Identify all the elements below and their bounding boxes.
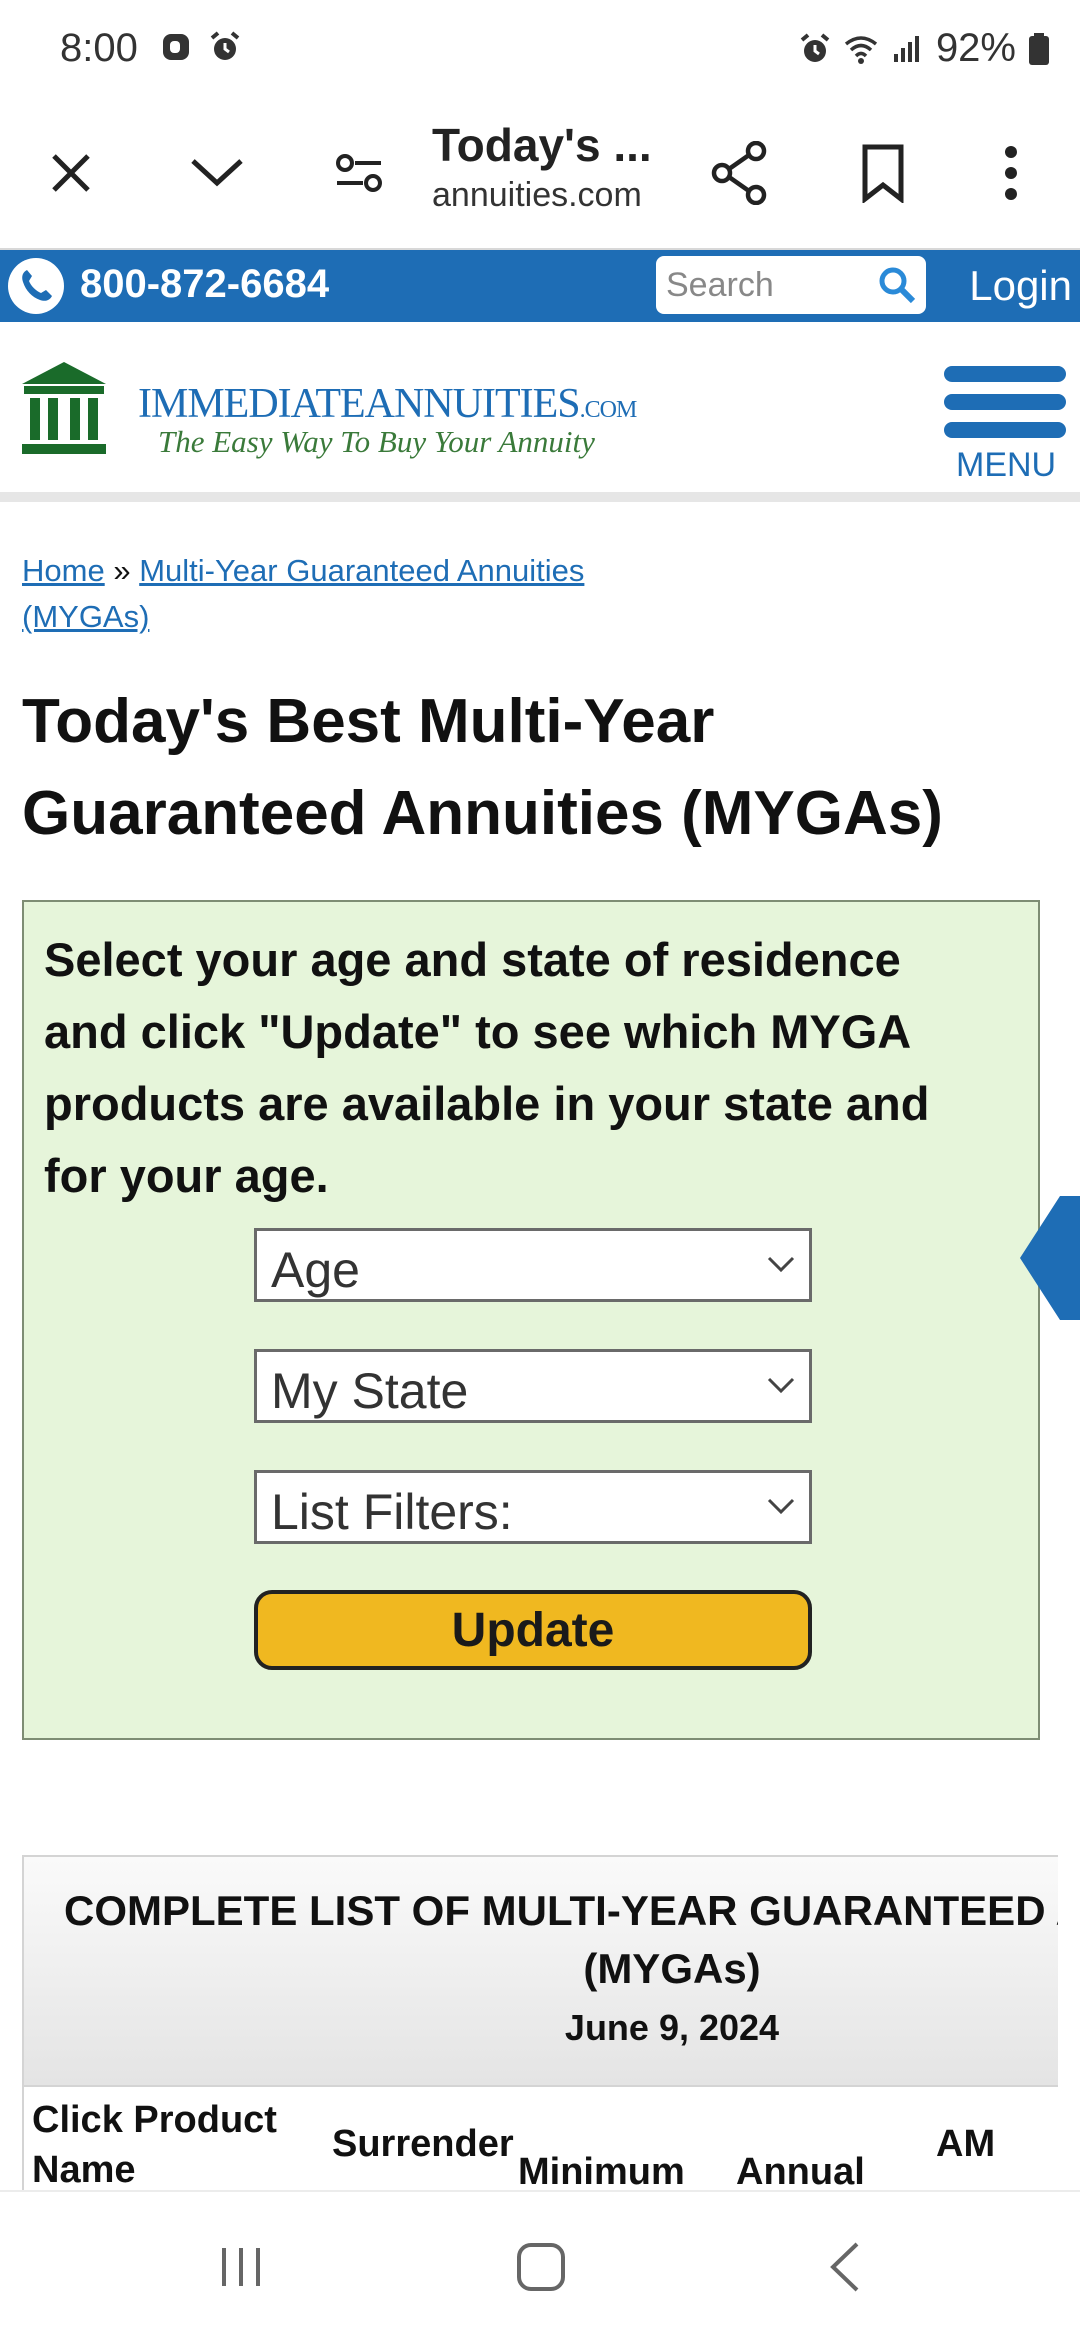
form-instructions-line: Select your age and state of residence bbox=[44, 933, 901, 986]
site-search bbox=[656, 256, 926, 314]
wifi-icon bbox=[844, 35, 878, 64]
table-title: COMPLETE LIST OF MULTI-YEAR GUARANTEED A bbox=[64, 1887, 1058, 1934]
column-header-product-line2: Name bbox=[32, 2149, 136, 2191]
minimize-button[interactable] bbox=[172, 128, 262, 218]
chevron-down-icon bbox=[767, 1256, 795, 1273]
system-nav-bar bbox=[0, 2190, 1080, 2340]
share-icon bbox=[711, 141, 767, 205]
state-select-value: My State bbox=[271, 1363, 469, 1419]
table-date: June 9, 2024 bbox=[564, 2007, 780, 2048]
table-caption: COMPLETE LIST OF MULTI-YEAR GUARANTEED A… bbox=[24, 1857, 1058, 2087]
list-filters-select[interactable]: List Filters: bbox=[254, 1470, 812, 1544]
search-input[interactable] bbox=[666, 262, 866, 308]
page-title: Today's Best Multi-Year Guaranteed Annui… bbox=[22, 676, 1022, 860]
home-icon bbox=[517, 2243, 565, 2291]
breadcrumb-separator: » bbox=[113, 553, 131, 588]
signal-icon bbox=[893, 35, 919, 62]
site-header: IMMEDIATEANNUITIES.COM The Easy Way To B… bbox=[0, 322, 1080, 502]
column-header-annual[interactable]: Annual bbox=[736, 2147, 865, 2193]
share-button[interactable] bbox=[695, 128, 785, 218]
logo-com: .COM bbox=[579, 397, 638, 423]
tab-domain: annuities.com bbox=[432, 176, 642, 214]
phone-handset-icon bbox=[22, 270, 52, 301]
close-icon bbox=[52, 154, 90, 192]
logo-name: IMMEDIATEANNUITIES bbox=[138, 381, 581, 427]
breadcrumb-home-link[interactable]: Home bbox=[22, 553, 105, 588]
mygas-table: COMPLETE LIST OF MULTI-YEAR GUARANTEED A… bbox=[22, 1855, 1058, 2195]
bookmark-button[interactable] bbox=[838, 128, 928, 218]
tab-title: Today's ... bbox=[432, 119, 652, 171]
state-select[interactable]: My State bbox=[254, 1349, 812, 1423]
age-select[interactable]: Age bbox=[254, 1228, 812, 1302]
menu-bar-icon bbox=[944, 366, 1066, 382]
site-top-bar: 800-872-6684 Login bbox=[0, 250, 1080, 322]
menu-label: MENU bbox=[956, 446, 1057, 484]
site-settings-button[interactable] bbox=[314, 128, 404, 218]
column-header-surrender[interactable]: Surrender bbox=[332, 2119, 514, 2169]
breadcrumb: Home » Multi-Year Guaranteed Annuities (… bbox=[22, 548, 642, 640]
breadcrumb-mygas-link[interactable]: Multi-Year Guaranteed Annuities bbox=[139, 553, 584, 588]
chevron-down-icon bbox=[767, 1377, 795, 1394]
back-icon bbox=[830, 2242, 859, 2292]
more-vertical-icon bbox=[1005, 146, 1017, 200]
form-instructions: Select your age and state of residence a… bbox=[44, 924, 1004, 1212]
column-header-product[interactable]: Click Product Name bbox=[32, 2095, 277, 2193]
home-button[interactable] bbox=[496, 2232, 586, 2302]
phone-number-link[interactable]: 800-872-6684 bbox=[80, 262, 329, 307]
column-header-product-line1: Click Product bbox=[32, 2099, 277, 2141]
bookmark-icon bbox=[862, 144, 904, 203]
breadcrumb-mygas-link-cont[interactable]: (MYGAs) bbox=[22, 599, 149, 634]
form-instructions-line: for your age. bbox=[44, 1149, 329, 1202]
phone-icon[interactable] bbox=[8, 258, 64, 314]
status-bar: 8:00 92% bbox=[0, 0, 1080, 100]
back-button[interactable] bbox=[800, 2232, 890, 2302]
recent-apps-icon bbox=[222, 2248, 260, 2286]
column-header-am[interactable]: AM bbox=[936, 2119, 995, 2169]
close-tab-button[interactable] bbox=[26, 128, 116, 218]
recent-apps-button[interactable] bbox=[196, 2232, 286, 2302]
battery-percent: 92% bbox=[935, 26, 1016, 70]
page-title-line1: Today's Best Multi-Year bbox=[22, 687, 715, 756]
more-options-button[interactable] bbox=[966, 128, 1056, 218]
alarm-icon bbox=[800, 32, 830, 62]
tune-icon bbox=[336, 154, 382, 192]
page-title-line2: Guaranteed Annuities (MYGAs) bbox=[22, 779, 943, 848]
form-instructions-line: products are available in your state and bbox=[44, 1077, 930, 1130]
battery-icon bbox=[1029, 32, 1049, 65]
chevron-down-icon bbox=[191, 159, 243, 187]
status-time: 8:00 bbox=[60, 26, 138, 70]
chevron-down-icon bbox=[767, 1498, 795, 1515]
page-title-area[interactable]: Today's ... annuities.com bbox=[432, 118, 682, 215]
menu-bar-icon bbox=[944, 394, 1066, 410]
form-instructions-line: and click "Update" to see which MYGA bbox=[44, 1005, 912, 1058]
status-icons-right: 92% bbox=[798, 26, 1050, 71]
side-panel-tab-icon[interactable] bbox=[1020, 1196, 1080, 1320]
status-icons-left bbox=[160, 30, 242, 64]
column-header-minimum[interactable]: Minimum bbox=[518, 2147, 685, 2193]
logo-wordmark[interactable]: IMMEDIATEANNUITIES.COM bbox=[138, 380, 638, 428]
browser-toolbar: Today's ... annuities.com bbox=[0, 100, 1080, 250]
update-button[interactable]: Update bbox=[254, 1590, 812, 1670]
menu-bar-icon bbox=[944, 422, 1066, 438]
filter-form-panel: Select your age and state of residence a… bbox=[22, 900, 1040, 1740]
alarm-icon bbox=[210, 31, 240, 60]
dnd-app-icon bbox=[163, 34, 189, 60]
logo-tagline: The Easy Way To Buy Your Annuity bbox=[158, 424, 595, 459]
bank-building-logo-icon[interactable] bbox=[20, 360, 108, 456]
menu-button[interactable]: MENU bbox=[944, 366, 1066, 484]
list-filters-select-value: List Filters: bbox=[271, 1484, 513, 1540]
search-icon[interactable] bbox=[876, 264, 918, 306]
age-select-value: Age bbox=[271, 1242, 360, 1298]
table-title-cont: (MYGAs) bbox=[583, 1945, 761, 1992]
login-link[interactable]: Login bbox=[969, 262, 1072, 310]
